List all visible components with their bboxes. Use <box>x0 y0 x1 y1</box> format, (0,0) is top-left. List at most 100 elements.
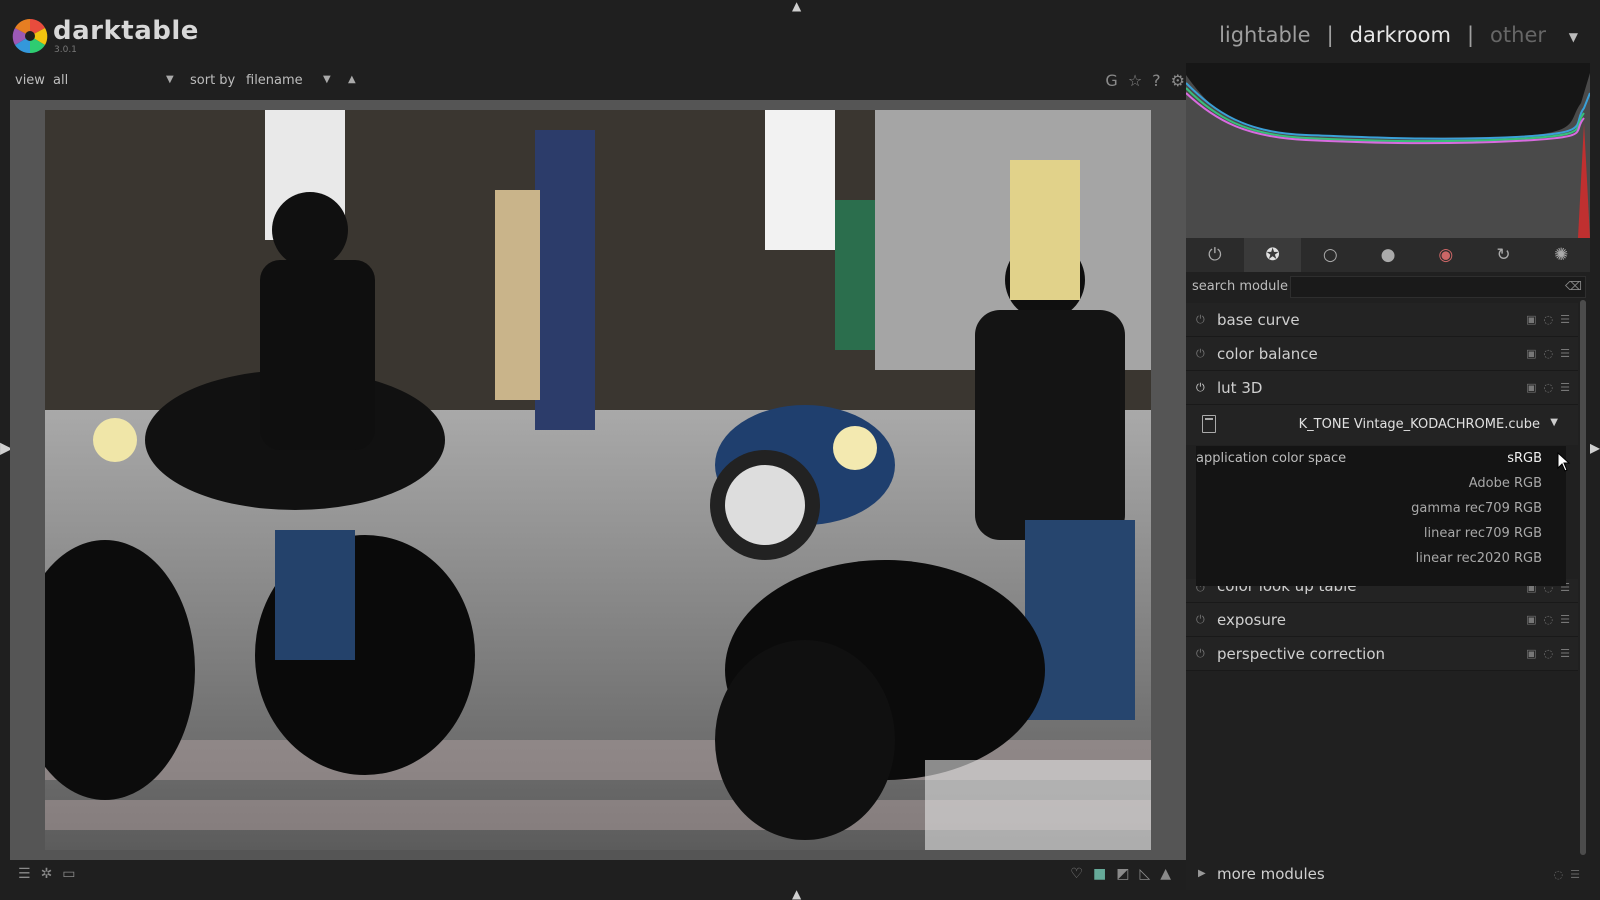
grouping-icon[interactable]: G <box>1105 71 1117 90</box>
reset-icon[interactable]: ◌ <box>1544 381 1554 394</box>
app-version: 3.0.1 <box>54 45 77 55</box>
option-linear-rec709[interactable]: linear rec709 RGB <box>1411 526 1542 551</box>
menu-icon[interactable]: ☰ <box>1560 613 1570 626</box>
color-space-dropdown: application color space sRGB Adobe RGB g… <box>1196 446 1566 586</box>
reset-icon[interactable]: ◌ <box>1544 613 1554 626</box>
sort-order-icon[interactable]: ▲ <box>348 74 356 85</box>
softproof-icon[interactable]: ■ <box>1093 866 1106 882</box>
menu-icon[interactable]: ☰ <box>1560 347 1570 360</box>
chevron-down-icon[interactable]: ▼ <box>166 74 174 85</box>
module-name: lut 3D <box>1217 379 1263 397</box>
scrollbar-thumb[interactable] <box>1580 300 1586 855</box>
reset-icon[interactable]: ◌ <box>1554 868 1564 881</box>
lut-file-select[interactable]: K_TONE Vintage_KODACHROME.cube <box>1299 417 1540 432</box>
darktable-window: ▲ ▲ ▶ ▶ darktable 3.0.1 lightable | dark… <box>0 0 1600 900</box>
group-correct-icon[interactable]: ↻ <box>1475 238 1533 272</box>
view-separator: | <box>1466 23 1475 47</box>
presets-icon[interactable]: ▣ <box>1526 647 1536 660</box>
reset-icon[interactable]: ◌ <box>1544 313 1554 326</box>
chevron-down-icon[interactable]: ▼ <box>1550 417 1558 428</box>
styles-icon[interactable]: ✲ <box>41 866 53 882</box>
view-filter-select[interactable]: all <box>53 73 68 88</box>
iso12646-icon[interactable]: ♡ <box>1070 866 1083 882</box>
lut-file-row: K_TONE Vintage_KODACHROME.cube ▼ <box>1186 405 1578 445</box>
image-preview[interactable] <box>45 110 1151 850</box>
module-color-balance[interactable]: ⏻ color balance ▣ ◌ ☰ <box>1186 337 1578 371</box>
view-separator: | <box>1326 23 1334 47</box>
group-favorites-icon[interactable]: ✪ <box>1243 238 1302 272</box>
module-scrollbar[interactable] <box>1580 300 1586 855</box>
mouse-cursor-icon <box>1557 452 1571 472</box>
search-module-label: search module <box>1192 279 1289 294</box>
gamut-check-icon[interactable]: ◩ <box>1116 866 1129 882</box>
histogram[interactable] <box>1186 63 1590 238</box>
presets-icon[interactable]: ▣ <box>1526 347 1536 360</box>
file-icon[interactable] <box>1202 415 1216 433</box>
module-exposure[interactable]: ⏻ exposure ▣ ◌ ☰ <box>1186 603 1578 637</box>
quick-access-icon[interactable]: ☰ <box>18 866 31 882</box>
right-panel: ⏻ ✪ ○ ● ◉ ↻ ✺ search module ⌫ ⏻ base cur… <box>1186 63 1590 890</box>
group-color-icon[interactable]: ◉ <box>1417 238 1475 272</box>
menu-icon[interactable]: ☰ <box>1560 381 1570 394</box>
group-active-modules-icon[interactable]: ⏻ <box>1186 238 1244 272</box>
color-space-options: sRGB Adobe RGB gamma rec709 RGB linear r… <box>1411 451 1542 576</box>
presets-icon[interactable]: ▣ <box>1526 381 1536 394</box>
expand-arrow-icon[interactable]: ▶ <box>1198 868 1206 879</box>
darktable-logo-icon <box>12 19 48 54</box>
more-modules-label: more modules <box>1217 865 1325 883</box>
power-icon[interactable]: ⏻ <box>1196 613 1205 627</box>
filter-bar: view all ▼ sort by filename ▼ ▲ G ☆ ? ⚙ <box>0 66 1185 96</box>
module-name: exposure <box>1217 611 1286 629</box>
view-other[interactable]: other <box>1486 23 1550 47</box>
star-icon[interactable]: ☆ <box>1128 71 1142 90</box>
power-icon[interactable]: ⏻ <box>1196 313 1205 327</box>
center-view <box>10 100 1186 860</box>
option-adobe-rgb[interactable]: Adobe RGB <box>1411 476 1542 501</box>
bottom-bar: ☰ ✲ ▭ ♡ ■ ◩ ◺ ▲ <box>0 862 1185 890</box>
presets-icon[interactable]: ▣ <box>1526 313 1536 326</box>
group-tone-icon[interactable]: ● <box>1359 238 1417 272</box>
search-module-row: search module ⌫ <box>1186 275 1590 299</box>
reset-icon[interactable]: ◌ <box>1544 647 1554 660</box>
module-perspective-correction[interactable]: ⏻ perspective correction ▣ ◌ ☰ <box>1186 637 1578 671</box>
sort-label: sort by <box>190 73 236 88</box>
raw-overexposed-icon[interactable]: ◺ <box>1139 866 1150 882</box>
option-srgb[interactable]: sRGB <box>1411 451 1542 476</box>
chevron-down-icon[interactable]: ▼ <box>323 74 331 85</box>
power-icon[interactable]: ⏻ <box>1196 381 1205 395</box>
module-base-curve[interactable]: ⏻ base curve ▣ ◌ ☰ <box>1186 303 1578 337</box>
option-linear-rec2020[interactable]: linear rec2020 RGB <box>1411 551 1542 576</box>
views-dropdown-icon[interactable]: ▼ <box>1569 30 1578 44</box>
view-filter-label: view <box>15 73 45 88</box>
menu-icon[interactable]: ☰ <box>1560 647 1570 660</box>
view-darkroom[interactable]: darkroom <box>1346 23 1455 47</box>
module-name: color balance <box>1217 345 1318 363</box>
reset-icon[interactable]: ◌ <box>1544 347 1554 360</box>
more-modules-row[interactable]: ▶ more modules ◌ ☰ <box>1186 860 1590 890</box>
help-icon[interactable]: ? <box>1152 71 1161 90</box>
module-group-tabs: ⏻ ✪ ○ ● ◉ ↻ ✺ <box>1186 238 1590 272</box>
menu-icon[interactable]: ☰ <box>1560 313 1570 326</box>
menu-icon[interactable]: ☰ <box>1570 868 1580 881</box>
group-basic-icon[interactable]: ○ <box>1301 238 1359 272</box>
sort-select[interactable]: filename <box>246 73 303 88</box>
power-icon[interactable]: ⏻ <box>1196 647 1205 661</box>
top-tools: G ☆ ? ⚙ <box>1105 71 1185 90</box>
module-name: perspective correction <box>1217 645 1386 663</box>
clipping-warning-icon[interactable]: ▲ <box>1160 866 1171 882</box>
header: darktable 3.0.1 lightable | darkroom | o… <box>0 10 1600 65</box>
presets-icon[interactable]: ▣ <box>1526 613 1536 626</box>
search-module-input[interactable] <box>1290 276 1586 298</box>
application-color-space-label: application color space <box>1196 451 1347 466</box>
option-gamma-rec709[interactable]: gamma rec709 RGB <box>1411 501 1542 526</box>
group-effect-icon[interactable]: ✺ <box>1532 238 1590 272</box>
view-lighttable[interactable]: lightable <box>1215 23 1315 47</box>
power-icon[interactable]: ⏻ <box>1196 347 1205 361</box>
gear-icon[interactable]: ⚙ <box>1171 71 1185 90</box>
view-switcher: lightable | darkroom | other <box>1215 23 1550 47</box>
module-lut-3d[interactable]: ⏻ lut 3D ▣ ◌ ☰ <box>1186 371 1578 405</box>
clear-search-icon[interactable]: ⌫ <box>1565 279 1582 293</box>
second-window-icon[interactable]: ▭ <box>62 866 75 882</box>
module-name: base curve <box>1217 311 1300 329</box>
app-name: darktable <box>53 16 199 46</box>
